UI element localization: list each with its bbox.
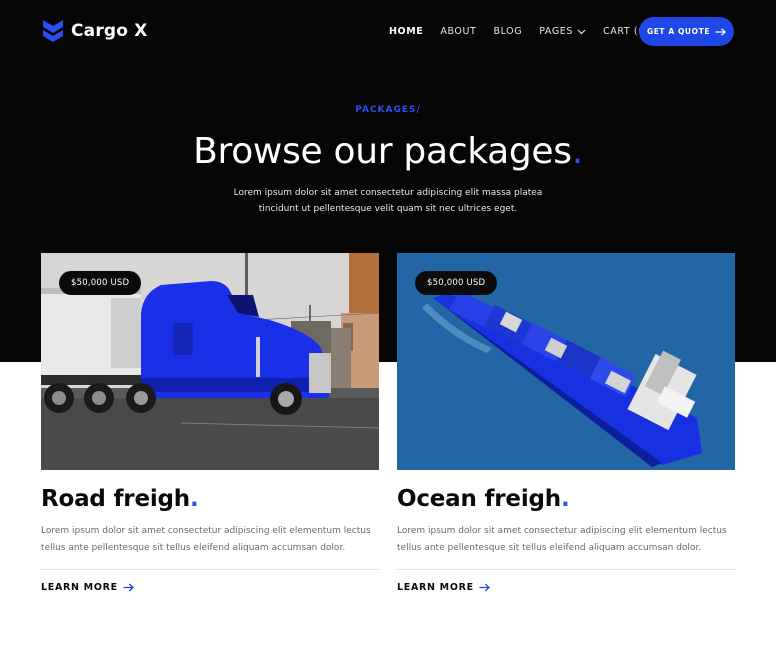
page-title: Browse our packages. bbox=[0, 130, 776, 174]
learn-more-label: LEARN MORE bbox=[41, 582, 118, 593]
arrow-right-icon bbox=[123, 583, 134, 592]
get-a-quote-label: GET A QUOTE bbox=[646, 27, 711, 36]
main-nav: HOME ABOUT BLOG PAGES CART (0) bbox=[389, 26, 666, 37]
get-a-quote-button[interactable]: GET A QUOTE bbox=[639, 17, 734, 46]
arrow-right-icon bbox=[715, 27, 726, 36]
learn-more-link[interactable]: LEARN MORE bbox=[41, 582, 134, 593]
price-badge: $50,000 USD bbox=[59, 271, 142, 295]
package-card-road: $50,000 USD Road freigh. Lorem ipsum dol… bbox=[41, 253, 379, 593]
hero-subtitle-line-1: Lorem ipsum dolor sit amet consectetur a… bbox=[233, 188, 543, 198]
learn-more-link[interactable]: LEARN MORE bbox=[397, 582, 490, 593]
hero-subtitle: Lorem ipsum dolor sit amet consectetur a… bbox=[0, 185, 776, 217]
nav-blog[interactable]: BLOG bbox=[493, 26, 522, 37]
nav-about[interactable]: ABOUT bbox=[440, 26, 476, 37]
card-divider bbox=[41, 569, 379, 570]
hero-subtitle-line-2: tincidunt ut pellentesque velit quam sit… bbox=[258, 204, 518, 214]
card-title-text: Road freigh bbox=[41, 486, 190, 512]
arrow-right-icon bbox=[479, 583, 490, 592]
brand-name: Cargo X bbox=[71, 21, 148, 41]
card-title-dot: . bbox=[189, 486, 199, 512]
nav-pages-label: PAGES bbox=[539, 26, 574, 37]
card-description-line-1: Lorem ipsum dolor sit amet consectetur a… bbox=[41, 526, 371, 536]
card-description: Lorem ipsum dolor sit amet consectetur a… bbox=[397, 523, 735, 556]
chevron-down-icon bbox=[577, 29, 586, 34]
page-title-dot: . bbox=[571, 131, 583, 172]
card-description-line-2: tellus ante pellentesque sit tellus elei… bbox=[41, 542, 346, 553]
card-title[interactable]: Ocean freigh. bbox=[397, 484, 735, 514]
learn-more-label: LEARN MORE bbox=[397, 582, 474, 593]
card-description-line-1: Lorem ipsum dolor sit amet consectetur a… bbox=[397, 526, 727, 536]
card-description: Lorem ipsum dolor sit amet consectetur a… bbox=[41, 523, 379, 556]
card-title[interactable]: Road freigh. bbox=[41, 484, 379, 514]
card-image-truck[interactable]: $50,000 USD bbox=[41, 253, 379, 470]
card-image-ship[interactable]: $50,000 USD bbox=[397, 253, 735, 470]
card-title-dot: . bbox=[560, 486, 570, 512]
card-title-text: Ocean freigh bbox=[397, 486, 561, 512]
package-card-ocean: $50,000 USD Ocean freigh. Lorem ipsum do… bbox=[397, 253, 735, 593]
nav-home[interactable]: HOME bbox=[389, 26, 423, 37]
brand-logo[interactable]: Cargo X bbox=[43, 20, 148, 42]
price-badge: $50,000 USD bbox=[415, 271, 498, 295]
card-divider bbox=[397, 569, 735, 570]
nav-pages[interactable]: PAGES bbox=[539, 26, 586, 37]
card-description-line-2: tellus ante pellentesque sit tellus elei… bbox=[397, 542, 702, 553]
page-title-text: Browse our packages bbox=[193, 131, 572, 172]
hero-eyebrow: PACKAGES/ bbox=[355, 105, 421, 115]
logo-icon bbox=[43, 20, 63, 42]
